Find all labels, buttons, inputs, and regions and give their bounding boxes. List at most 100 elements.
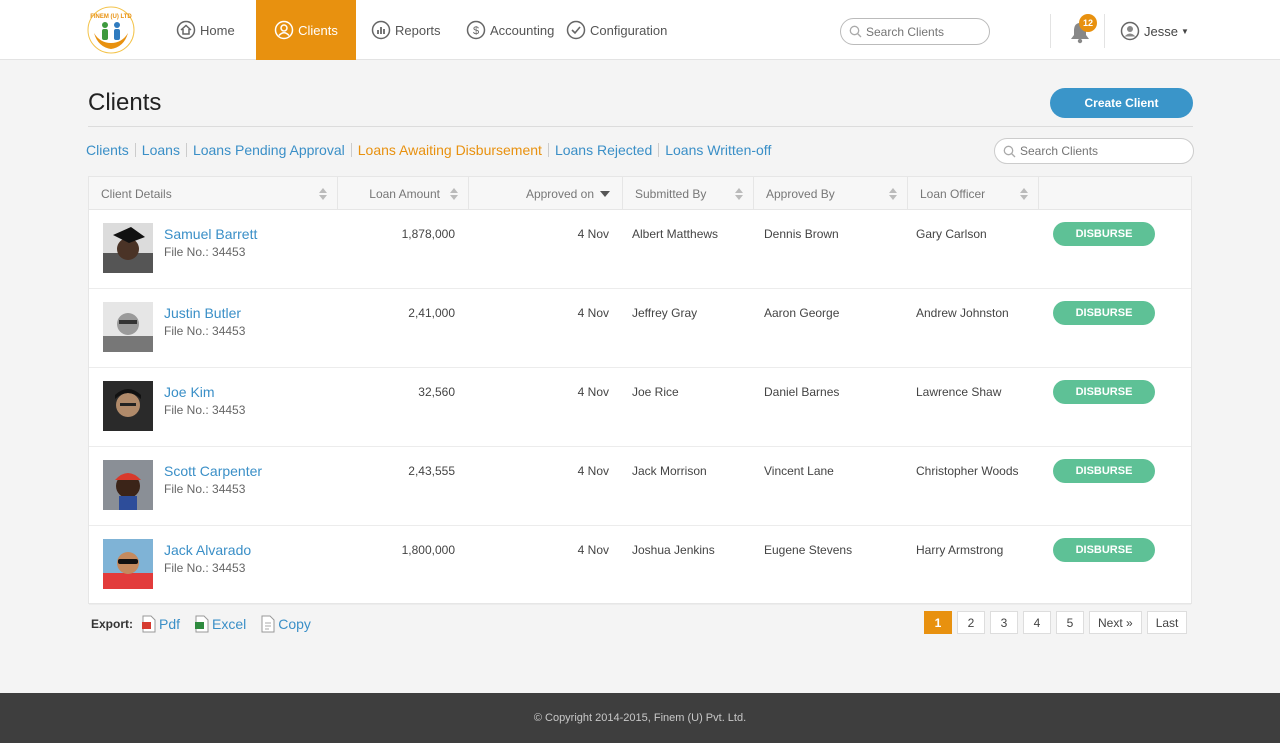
bar-chart-icon bbox=[371, 20, 391, 40]
export-pdf-label: Pdf bbox=[159, 616, 181, 632]
tab-loans-awaiting-disbursement[interactable]: Loans Awaiting Disbursement bbox=[358, 142, 542, 158]
nav-configuration[interactable]: Configuration bbox=[566, 0, 667, 60]
col-loan-officer-label: Loan Officer bbox=[920, 186, 986, 201]
client-name-link[interactable]: Samuel Barrett bbox=[164, 226, 257, 242]
loans-table: Client Details Loan Amount Approved on S… bbox=[88, 176, 1192, 605]
file-prefix: File No.: bbox=[164, 324, 209, 338]
tab-divider bbox=[134, 143, 136, 157]
nav-clients[interactable]: Clients bbox=[256, 0, 356, 60]
export-bar: Export: Pdf Excel Copy bbox=[91, 615, 325, 633]
client-search-box[interactable] bbox=[994, 138, 1194, 164]
tab-divider bbox=[658, 143, 660, 157]
col-loan-officer[interactable]: Loan Officer bbox=[908, 177, 1039, 210]
approved-by: Daniel Barnes bbox=[764, 385, 840, 399]
page-5-button[interactable]: 5 bbox=[1056, 611, 1084, 634]
loan-status-tabs: Clients Loans Loans Pending Approval Loa… bbox=[86, 142, 771, 158]
chevron-down-icon: ▼ bbox=[1180, 26, 1189, 36]
nav-accounting[interactable]: $ Accounting bbox=[466, 0, 554, 60]
nav-accounting-label: Accounting bbox=[490, 22, 555, 38]
pdf-icon bbox=[142, 615, 156, 633]
company-logo[interactable]: FINEM (U) LTD bbox=[86, 5, 136, 55]
top-search-input[interactable] bbox=[866, 24, 976, 39]
copyright-text: © Copyright 2014-2015, Finem (U) Pvt. Lt… bbox=[533, 712, 747, 724]
loan-amount: 2,43,555 bbox=[408, 464, 455, 478]
sort-icon bbox=[450, 188, 458, 200]
page-1-button[interactable]: 1 bbox=[924, 611, 952, 634]
sort-icon bbox=[735, 188, 743, 200]
approved-by: Dennis Brown bbox=[764, 227, 839, 241]
col-loan-amount[interactable]: Loan Amount bbox=[338, 177, 469, 210]
export-pdf-link[interactable]: Pdf bbox=[141, 615, 180, 633]
loan-officer: Andrew Johnston bbox=[916, 306, 1009, 320]
svg-text:$: $ bbox=[473, 25, 479, 37]
export-copy-link[interactable]: Copy bbox=[260, 615, 311, 633]
user-menu[interactable]: Jesse ▼ bbox=[1120, 21, 1189, 41]
nav-divider bbox=[1050, 14, 1051, 48]
approved-on: 4 Nov bbox=[577, 306, 609, 320]
nav-configuration-label: Configuration bbox=[590, 22, 668, 38]
next-page-button[interactable]: Next » bbox=[1089, 611, 1142, 634]
client-name-link[interactable]: Justin Butler bbox=[164, 305, 241, 321]
col-client-details[interactable]: Client Details bbox=[89, 177, 338, 210]
avatar bbox=[103, 381, 153, 431]
client-name-link[interactable]: Scott Carpenter bbox=[164, 463, 262, 479]
home-icon bbox=[176, 20, 196, 40]
avatar bbox=[103, 302, 153, 352]
disburse-button[interactable]: DISBURSE bbox=[1053, 380, 1155, 404]
table-header: Client Details Loan Amount Approved on S… bbox=[89, 177, 1191, 210]
col-approved-by[interactable]: Approved By bbox=[754, 177, 908, 210]
client-name-link[interactable]: Joe Kim bbox=[164, 384, 215, 400]
user-icon bbox=[1120, 21, 1140, 41]
tab-loans[interactable]: Loans bbox=[142, 142, 180, 158]
file-number: 34453 bbox=[212, 324, 246, 338]
title-divider bbox=[88, 126, 1193, 127]
page-2-button[interactable]: 2 bbox=[957, 611, 985, 634]
file-prefix: File No.: bbox=[164, 482, 209, 496]
tab-loans-written-off[interactable]: Loans Written-off bbox=[665, 142, 771, 158]
file-prefix: File No.: bbox=[164, 403, 209, 417]
dollar-icon: $ bbox=[466, 20, 486, 40]
client-search-input[interactable] bbox=[1020, 144, 1130, 158]
check-circle-icon bbox=[566, 20, 586, 40]
notification-badge: 12 bbox=[1079, 14, 1097, 32]
submitted-by: Joe Rice bbox=[632, 385, 679, 399]
file-number: 34453 bbox=[212, 482, 246, 496]
sort-icon bbox=[889, 188, 897, 200]
approved-by: Vincent Lane bbox=[764, 464, 834, 478]
loan-officer: Christopher Woods bbox=[916, 464, 1019, 478]
tab-divider bbox=[185, 143, 187, 157]
nav-reports[interactable]: Reports bbox=[371, 0, 441, 60]
col-submitted-by[interactable]: Submitted By bbox=[623, 177, 754, 210]
page-3-button[interactable]: 3 bbox=[990, 611, 1018, 634]
search-icon bbox=[1003, 145, 1016, 157]
nav-clients-label: Clients bbox=[298, 22, 338, 38]
tab-clients[interactable]: Clients bbox=[86, 142, 129, 158]
approved-by: Eugene Stevens bbox=[764, 543, 853, 557]
disburse-button[interactable]: DISBURSE bbox=[1053, 301, 1155, 325]
export-excel-link[interactable]: Excel bbox=[194, 615, 246, 633]
copy-icon bbox=[261, 615, 275, 633]
sort-icon bbox=[1020, 188, 1028, 200]
create-client-button[interactable]: Create Client bbox=[1050, 88, 1193, 118]
file-number: 34453 bbox=[212, 561, 246, 575]
page-4-button[interactable]: 4 bbox=[1023, 611, 1051, 634]
disburse-button[interactable]: DISBURSE bbox=[1053, 459, 1155, 483]
last-page-button[interactable]: Last bbox=[1146, 611, 1188, 634]
disburse-button[interactable]: DISBURSE bbox=[1053, 538, 1155, 562]
disburse-button[interactable]: DISBURSE bbox=[1053, 222, 1155, 246]
tab-loans-rejected[interactable]: Loans Rejected bbox=[555, 142, 652, 158]
user-circle-icon bbox=[274, 20, 294, 40]
col-approved-on[interactable]: Approved on bbox=[469, 177, 623, 210]
top-search-box[interactable] bbox=[840, 18, 990, 45]
loan-amount: 2,41,000 bbox=[408, 306, 455, 320]
nav-home[interactable]: Home bbox=[176, 0, 235, 60]
table-row: Joe Kim File No.: 34453 32,560 4 Nov Joe… bbox=[89, 368, 1191, 447]
submitted-by: Albert Matthews bbox=[632, 227, 719, 241]
table-row: Scott Carpenter File No.: 34453 2,43,555… bbox=[89, 447, 1191, 526]
tab-loans-pending-approval[interactable]: Loans Pending Approval bbox=[193, 142, 345, 158]
client-name-link[interactable]: Jack Alvarado bbox=[164, 542, 251, 558]
top-navbar: FINEM (U) LTD Home Clients Reports $ Acc… bbox=[0, 0, 1280, 60]
logo-text: FINEM (U) LTD bbox=[90, 14, 132, 20]
loan-officer: Lawrence Shaw bbox=[916, 385, 1002, 399]
loan-amount: 1,800,000 bbox=[401, 543, 455, 557]
